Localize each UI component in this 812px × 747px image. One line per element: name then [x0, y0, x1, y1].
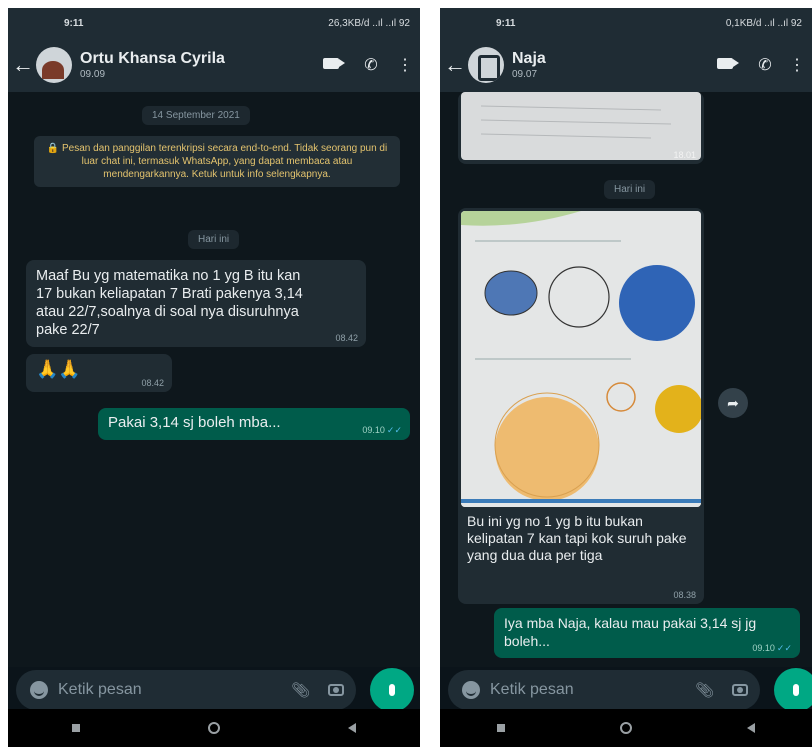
back-nav-icon[interactable]	[746, 723, 755, 733]
message-bubble-incoming[interactable]: 🙏🙏 08.42	[26, 354, 172, 392]
mic-icon[interactable]	[774, 668, 812, 712]
camera-icon[interactable]	[732, 684, 748, 696]
today-chip: Hari ini	[604, 180, 656, 199]
contact-last-seen: 09.09	[80, 69, 106, 80]
share-icon[interactable]: ➦	[718, 388, 748, 418]
message-bubble-incoming[interactable]: Maaf Bu yg matematika no 1 yg B itu kan …	[26, 260, 366, 347]
more-icon[interactable]: ⋮	[782, 55, 812, 75]
message-meta: 09.10 ✓✓	[362, 425, 402, 436]
input-actions: 📎︎	[291, 681, 356, 699]
video-call-icon[interactable]	[710, 56, 740, 74]
phone-icon[interactable]: ✆	[356, 55, 386, 75]
message-time: 08.42	[335, 333, 358, 343]
contact-info[interactable]: Ortu Khansa Cyrila 09.09	[80, 50, 316, 80]
contact-name: Naja	[512, 50, 546, 67]
message-input[interactable]: Ketik pesan 📎︎	[16, 670, 356, 710]
emoji-icon[interactable]	[462, 681, 480, 699]
emoji-icon[interactable]	[30, 681, 48, 699]
camera-icon[interactable]	[328, 684, 344, 696]
contact-name: Ortu Khansa Cyrila	[80, 50, 225, 67]
message-text: Pakai 3,14 sj boleh mba...	[108, 414, 281, 431]
contact-last-seen: 09.07	[512, 69, 538, 80]
image-message-bubble[interactable]: 18.01	[458, 92, 704, 164]
status-time: 9:11	[64, 17, 84, 29]
avatar[interactable]	[468, 47, 504, 83]
image-caption: Bu ini yg no 1 yg b itu bukan kelipatan …	[467, 513, 687, 563]
image-thumbnail[interactable]	[461, 92, 701, 160]
home-icon[interactable]	[619, 722, 632, 734]
recents-icon[interactable]	[497, 724, 506, 732]
status-indicators: 26,3KB/d ..ıl ..ıl 92	[328, 17, 410, 29]
image-time: 18.01	[673, 150, 696, 160]
chat-screen-left: 9:11 26,3KB/d ..ıl ..ıl 92 ← Ortu Khansa…	[8, 8, 420, 747]
avatar[interactable]	[36, 47, 72, 83]
input-actions: 📎︎	[695, 681, 760, 699]
message-time: 08.42	[141, 378, 164, 388]
system-nav-bar	[440, 709, 812, 747]
message-text: Iya mba Naja, kalau mau pakai 3,14 sj jg…	[504, 615, 757, 649]
message-text: Maaf Bu yg matematika no 1 yg B itu kan …	[36, 268, 303, 338]
input-placeholder: Ketik pesan	[490, 681, 574, 698]
chat-header: ← Naja 09.07 ✆ ⋮	[440, 38, 812, 92]
back-arrow-icon[interactable]: ←	[444, 52, 466, 78]
encryption-notice[interactable]: 🔒 Pesan dan panggilan terenkripsi secara…	[34, 136, 400, 187]
recents-icon[interactable]	[72, 724, 80, 732]
phone-icon[interactable]: ✆	[750, 55, 780, 75]
paper-lines	[480, 105, 672, 139]
status-time: 9:11	[496, 17, 516, 29]
attach-icon[interactable]: 📎︎	[695, 681, 714, 699]
today-chip: Hari ini	[188, 230, 240, 249]
back-nav-icon[interactable]	[348, 723, 356, 733]
read-ticks-icon: ✓✓	[776, 643, 792, 653]
image-caption-time: 08.38	[673, 590, 696, 600]
image-message-bubble[interactable]: Bu ini yg no 1 yg b itu bukan kelipatan …	[458, 208, 704, 604]
image-thumbnail[interactable]	[461, 211, 701, 507]
status-indicators: 0,1KB/d ..ıl ..ıl 92	[725, 17, 802, 29]
message-time: 09.10	[752, 643, 775, 653]
status-bar: 9:11 26,3KB/d ..ıl ..ıl 92	[8, 8, 420, 38]
message-bubble-outgoing[interactable]: Pakai 3,14 sj boleh mba... 09.10 ✓✓	[98, 408, 410, 440]
input-placeholder: Ketik pesan	[58, 681, 142, 698]
back-arrow-icon[interactable]: ←	[12, 52, 34, 78]
chat-screen-right: 9:11 0,1KB/d ..ıl ..ıl 92 ← Naja 09.07 ✆…	[440, 8, 812, 747]
message-meta: 09.10 ✓✓	[752, 643, 792, 654]
contact-info[interactable]: Naja 09.07	[512, 50, 710, 80]
message-bubble-outgoing[interactable]: Iya mba Naja, kalau mau pakai 3,14 sj jg…	[494, 608, 800, 658]
more-icon[interactable]: ⋮	[390, 55, 420, 75]
system-nav-bar	[8, 709, 420, 747]
chat-header: ← Ortu Khansa Cyrila 09.09 ✆ ⋮	[8, 38, 420, 92]
worksheet-image	[461, 211, 701, 507]
video-call-icon[interactable]	[316, 56, 346, 74]
message-text: 🙏🙏	[36, 359, 81, 379]
read-ticks-icon: ✓✓	[386, 425, 402, 435]
date-chip: 14 September 2021	[142, 106, 250, 125]
message-input[interactable]: Ketik pesan 📎︎	[448, 670, 760, 710]
mic-icon[interactable]	[370, 668, 414, 712]
status-bar: 9:11 0,1KB/d ..ıl ..ıl 92	[440, 8, 812, 38]
message-time: 09.10	[362, 425, 385, 435]
attach-icon[interactable]: 📎︎	[291, 681, 310, 699]
home-icon[interactable]	[208, 722, 220, 734]
